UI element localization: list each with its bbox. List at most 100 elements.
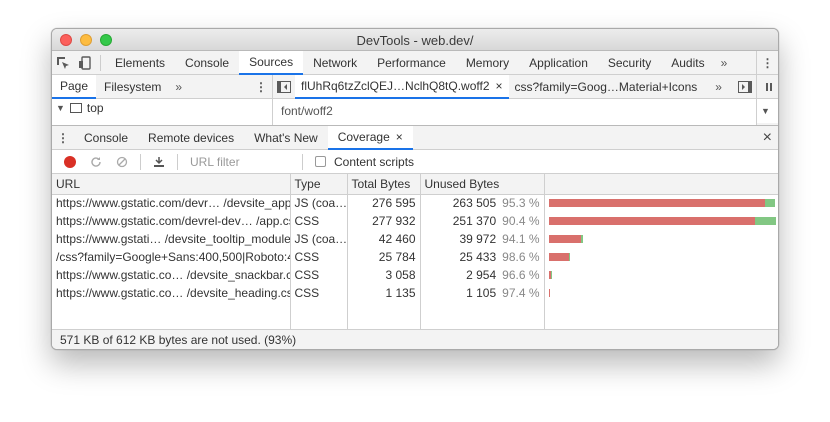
tab-console[interactable]: Console [175,51,239,75]
total-bytes-cell: 276 595 [347,194,421,212]
export-icon[interactable] [147,156,171,168]
editor-tabs: flUhRq6tzZclQEJ…NclhQ8tQ.woff2 × css?fam… [273,74,756,99]
column-type[interactable]: Type [290,174,348,195]
usage-bar-cell [544,284,778,302]
table-row[interactable]: https://www.gstati… /devsite_tooltip_mod… [52,230,778,248]
toolbar-divider [100,54,101,71]
tab-page[interactable]: Page [52,74,97,99]
more-navigator-tabs-icon[interactable]: » [169,80,188,94]
type-cell: JS (coa… [290,194,348,212]
close-coverage-tab-icon[interactable]: × [396,126,403,148]
content-scripts-checkbox[interactable] [315,156,326,167]
editor-tab-css-family[interactable]: css?family=Goog…Material+Icons [509,75,704,99]
unused-bytes-value: 39 972 [459,232,497,246]
close-drawer-icon[interactable]: × [763,129,772,147]
inspect-element-icon[interactable] [52,51,74,75]
drawer-tab-coverage[interactable]: Coverage × [327,125,413,150]
type-cell: CSS [290,212,348,230]
column-total-bytes[interactable]: Total Bytes [347,174,421,195]
unused-bytes-bar [548,235,582,243]
total-bytes-cell: 277 932 [347,212,421,230]
coverage-status: 571 KB of 612 KB bytes are not used. (93… [52,329,778,349]
unused-percent: 94.1 % [502,232,540,246]
drawer-tab-whats-new[interactable]: What's New [244,126,328,150]
table-row[interactable]: /css?family=Google+Sans:400,500|Roboto:4… [52,248,778,266]
drawer-tab-label: Coverage [337,129,390,144]
debugger-pane: ▼ [756,75,778,125]
url-cell: https://www.gstatic.co… /devsite_snackba… [52,266,291,284]
drawer-tab-remote-devices[interactable]: Remote devices [138,126,244,150]
unused-bytes-bar [548,199,765,208]
usage-bar-cell [544,230,778,248]
toggle-debugger-icon[interactable] [734,75,756,99]
tab-memory[interactable]: Memory [456,51,519,75]
url-filter-input[interactable]: URL filter [184,155,296,169]
tree-item-label: top [86,101,104,115]
customize-menu-icon[interactable]: ⋮ [756,51,778,75]
tab-sources[interactable]: Sources [239,50,304,75]
more-editor-tabs-icon[interactable]: » [709,80,728,94]
unused-bytes-cell: 25 433 98.6 % [420,248,545,266]
editor-tab-label: css?family=Goog…Material+Icons [514,79,698,94]
unused-bytes-cell: 263 505 95.3 % [420,194,545,212]
table-row[interactable]: https://www.gstatic.com/devr… /devsite_a… [52,194,778,212]
sources-panel: Page Filesystem » ⋮ ▼ top flUhRq6tzZclQE… [52,74,778,125]
unused-bytes-value: 263 505 [452,196,497,211]
drawer-menu-icon[interactable]: ⋮ [52,126,74,150]
tab-elements[interactable]: Elements [105,51,175,75]
editor-tab-woff2[interactable]: flUhRq6tzZclQEJ…NclhQ8tQ.woff2 × [295,74,509,99]
threads-section-icon[interactable]: ▼ [757,99,778,123]
unused-percent: 98.6 % [502,250,540,264]
main-tab-bar: Elements Console Sources Network Perform… [52,50,778,75]
tab-filesystem[interactable]: Filesystem [96,75,169,99]
clear-icon[interactable] [110,156,134,168]
unused-percent: 96.6 % [502,268,540,282]
type-cell: CSS [290,248,348,266]
toggle-navigator-icon[interactable] [273,75,295,99]
navigator-menu-icon[interactable]: ⋮ [250,75,272,99]
device-toolbar-icon[interactable] [74,51,96,75]
expand-triangle-icon[interactable]: ▼ [56,103,65,113]
tab-security[interactable]: Security [598,51,661,75]
tab-audits[interactable]: Audits [661,51,714,75]
coverage-toolbar: URL filter Content scripts [52,150,778,174]
drawer-tab-console[interactable]: Console [74,126,138,150]
total-bytes-cell: 3 058 [347,266,421,284]
type-cell: JS (coa… [290,230,348,248]
tab-performance[interactable]: Performance [367,51,456,75]
record-button[interactable] [58,155,82,168]
record-icon [64,155,76,168]
usage-bar [548,253,776,261]
close-tab-icon[interactable]: × [496,75,503,97]
unused-bytes-value: 2 954 [466,268,497,282]
tab-application[interactable]: Application [519,51,598,75]
table-row[interactable]: https://www.gstatic.com/devrel-dev… /app… [52,212,778,230]
usage-bar-cell [544,248,778,266]
column-unused-bytes[interactable]: Unused Bytes [420,174,545,195]
more-tabs-icon[interactable]: » [715,56,734,70]
pause-icon[interactable] [757,75,778,99]
type-cell: CSS [290,284,348,302]
devtools-window: DevTools - web.dev/ Elements Console Sou… [51,28,779,350]
used-bytes-bar [764,199,776,208]
unused-bytes-bar [548,217,755,225]
usage-bar-cell [544,194,778,212]
tab-network[interactable]: Network [303,51,367,75]
reload-icon[interactable] [84,156,108,168]
usage-bar [548,289,776,297]
total-bytes-cell: 42 460 [347,230,421,248]
column-usage-visualization [544,174,778,195]
unused-bytes-value: 1 105 [466,286,497,300]
column-url[interactable]: URL [52,174,291,195]
type-cell: CSS [290,266,348,284]
usage-bar [548,199,776,208]
toolbar-divider [302,153,303,170]
table-row[interactable]: https://www.gstatic.co… /devsite_snackba… [52,266,778,284]
editor-content: font/woff2 [281,104,333,118]
table-row[interactable]: https://www.gstatic.co… /devsite_heading… [52,284,778,302]
unused-bytes-value: 251 370 [452,214,497,228]
usage-bar-cell [544,266,778,284]
used-bytes-bar [754,217,777,225]
title-bar: DevTools - web.dev/ [52,29,778,51]
tree-item-top[interactable]: ▼ top [52,99,272,117]
